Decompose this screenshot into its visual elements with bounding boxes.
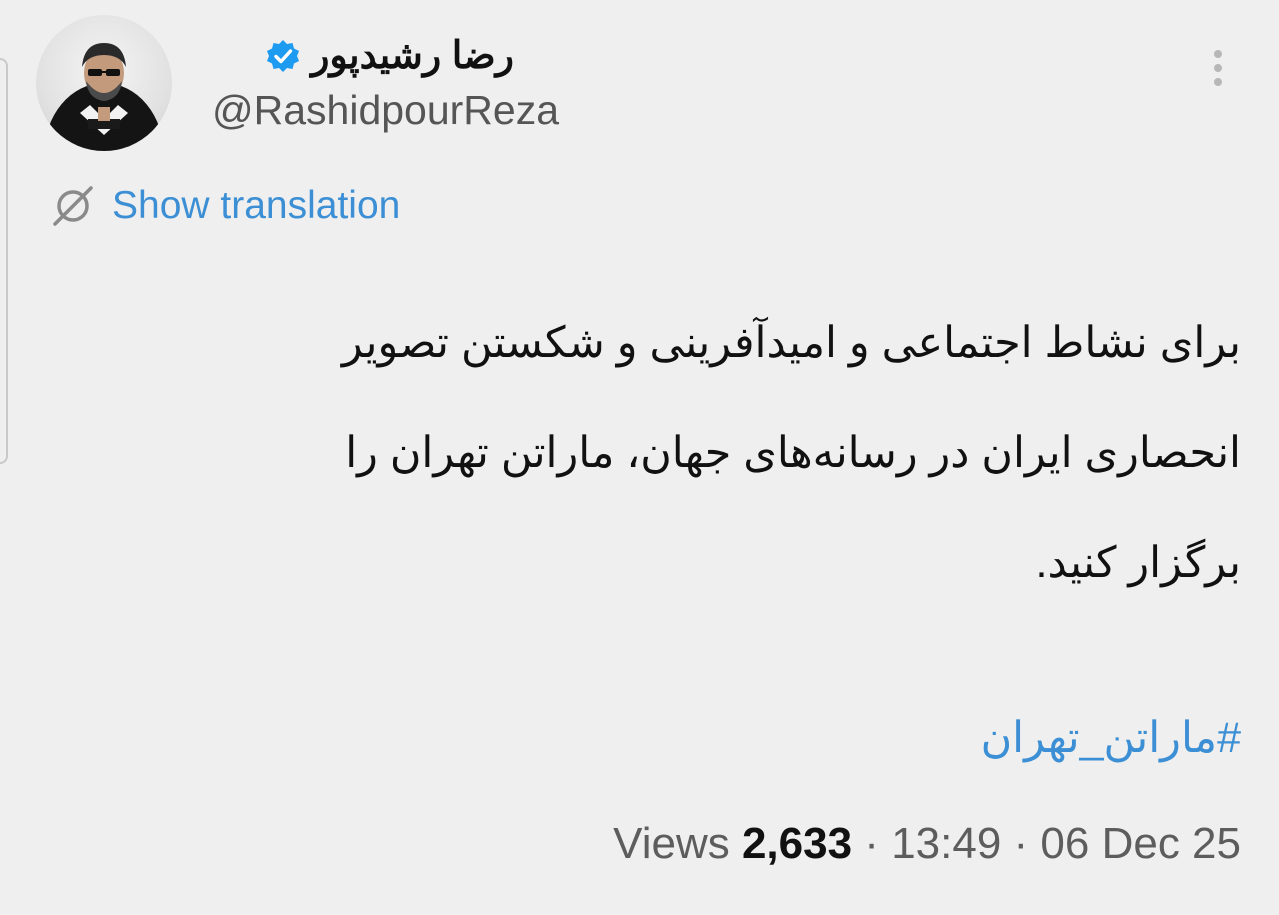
author-name-row[interactable]: رضا رشیدپور (265, 30, 514, 82)
show-translation-button[interactable]: Show translation (50, 182, 400, 230)
meta-separator: · (1013, 819, 1029, 868)
avatar[interactable] (36, 15, 172, 151)
tweet-text-line: برای نشاط اجتماعی و امیدآفرینی و شکستن ت… (341, 319, 1241, 367)
left-panel-edge (0, 58, 8, 464)
tweet-page: رضا رشیدپور @RashidpourReza Show transla… (0, 0, 1279, 915)
meta-separator: · (864, 819, 879, 868)
show-translation-label[interactable]: Show translation (112, 182, 400, 230)
author-display-name[interactable]: رضا رشیدپور (311, 30, 514, 82)
views-label: Views (613, 819, 730, 868)
author-handle[interactable]: @RashidpourReza (212, 84, 559, 136)
globe-slash-icon (53, 186, 93, 226)
verified-badge-icon (267, 40, 300, 72)
tweet-date[interactable]: 06 Dec 25 (1040, 819, 1241, 868)
tweet-text-line: برگزار کنید. (1035, 539, 1242, 587)
tweet-time[interactable]: 13:49 (891, 819, 1001, 868)
hashtag-link[interactable]: #ماراتن_تهران (981, 708, 1241, 768)
tweet-text: برای نشاط اجتماعی و امیدآفرینی و شکستن ت… (121, 288, 1241, 618)
more-options-icon[interactable] (1204, 44, 1232, 92)
views-count[interactable]: 2,633 (742, 819, 852, 868)
tweet-text-line: انحصاری ایران در رسانه‌های جهان، ماراتن … (345, 429, 1241, 477)
tweet-meta: Views 2,633 · 13:49 · 06 Dec 25 (613, 814, 1241, 874)
